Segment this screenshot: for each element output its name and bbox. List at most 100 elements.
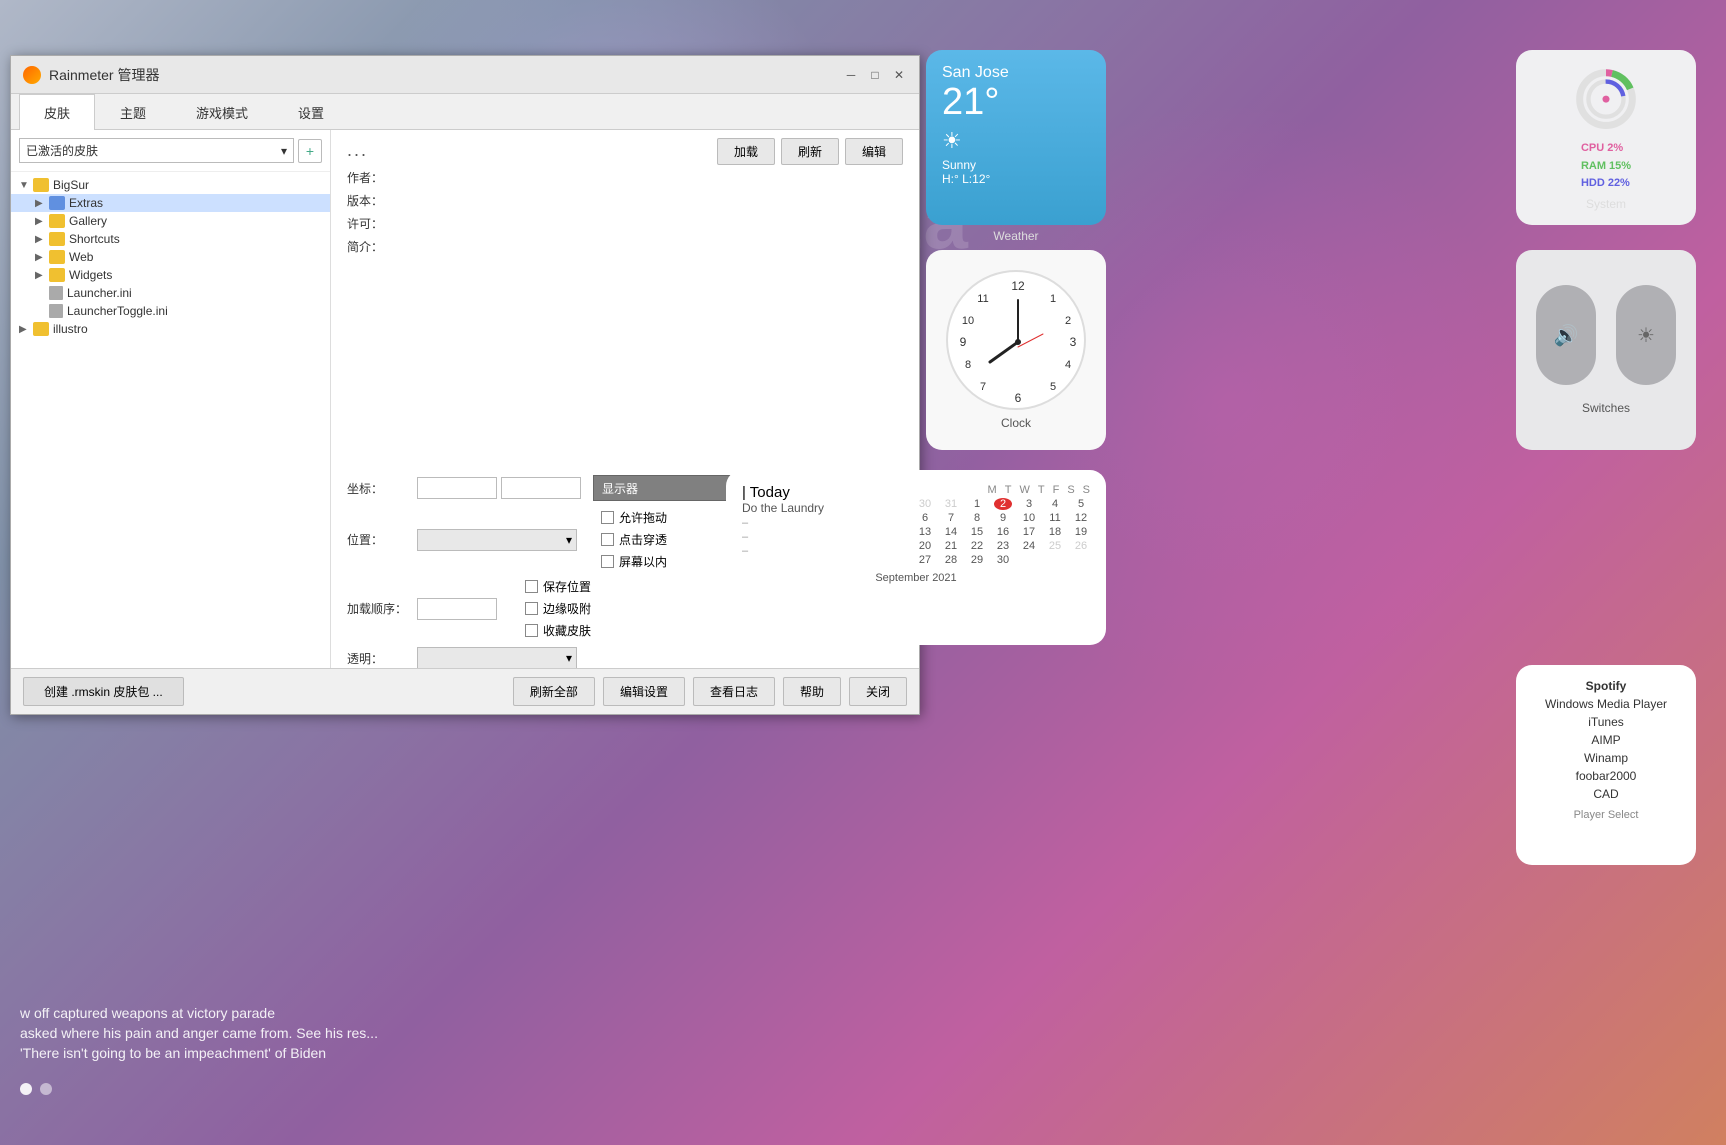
checkbox-favorite: 收藏皮肤 (525, 622, 591, 639)
tree-item-web[interactable]: ▶ Web (11, 248, 330, 266)
system-text: CPU 2% RAM 15% HDD 22% (1581, 140, 1631, 193)
tab-gamemode[interactable]: 游戏模式 (171, 94, 273, 130)
help-button[interactable]: 帮助 (783, 677, 841, 706)
checkbox-drag-box[interactable] (601, 511, 614, 524)
coord-y-input[interactable] (501, 477, 581, 499)
tree-item-launcher[interactable]: ▶ Launcher.ini (11, 284, 330, 302)
folder-icon-illustro (33, 322, 49, 336)
volume-switch[interactable]: 🔊 (1536, 285, 1596, 385)
cal-row-4: 20 21 22 23 24 25 26 (898, 540, 1090, 552)
calendar-grid-area: M T W T F S S 30 31 1 2 3 4 5 6 (898, 484, 1090, 566)
version-label: 版本： (347, 192, 402, 209)
dots-indicator (20, 1083, 52, 1095)
player-spotify[interactable]: Spotify (1586, 679, 1627, 693)
svg-text:3: 3 (1070, 335, 1077, 349)
clock-widget: 12 3 6 9 1 2 4 5 7 8 10 11 Clock (926, 250, 1106, 450)
load-button[interactable]: 加载 (717, 138, 775, 165)
left-panel: 已激活的皮肤 ▾ + ▼ BigSur ▶ Extras (11, 130, 331, 668)
close-main-button[interactable]: 关闭 (849, 677, 907, 706)
brightness-switch[interactable]: ☀ (1616, 285, 1676, 385)
skin-dropdown[interactable]: 已激活的皮肤 ▾ (19, 138, 294, 163)
tree-arrow-web: ▶ (35, 252, 49, 263)
player-aimp[interactable]: AIMP (1591, 733, 1620, 747)
clock-face: 12 3 6 9 1 2 4 5 7 8 10 11 (946, 270, 1086, 410)
svg-text:6: 6 (1015, 391, 1022, 405)
checkbox-group-1: 允许拖动 点击穿透 屏幕以内 (601, 509, 667, 570)
system-widget: CPU 2% RAM 15% HDD 22% System (1516, 50, 1696, 225)
create-skin-button[interactable]: 创建 .rmskin 皮肤包 ... (23, 677, 184, 706)
news-line-3: 'There isn't going to be an impeachment'… (20, 1045, 1706, 1061)
tree-label-illustro: illustro (53, 322, 88, 336)
loadorder-label: 加载顺序： (347, 600, 417, 617)
checkbox-edge-box[interactable] (525, 602, 538, 615)
tree-label-gallery: Gallery (69, 214, 107, 228)
refresh-button[interactable]: 刷新 (781, 138, 839, 165)
dropdown-arrow-icon: ▾ (281, 144, 287, 158)
info-license: 许可： (347, 215, 903, 232)
hdd-stat: HDD 22% (1581, 175, 1631, 193)
checkbox-screen-box[interactable] (601, 555, 614, 568)
file-icon-launcher (49, 286, 63, 300)
ram-stat: RAM 15% (1581, 158, 1631, 176)
tree-item-shortcuts[interactable]: ▶ Shortcuts (11, 230, 330, 248)
weather-sun-icon: ☀ (942, 128, 1090, 154)
checkbox-click-box[interactable] (601, 533, 614, 546)
player-cad[interactable]: CAD (1593, 787, 1618, 801)
tree-label-launcher: Launcher.ini (67, 286, 132, 300)
maximize-button[interactable]: □ (867, 67, 883, 83)
tab-settings[interactable]: 设置 (273, 94, 349, 130)
cal-row-1: 30 31 1 2 3 4 5 (898, 498, 1090, 510)
tree-item-bigsur[interactable]: ▼ BigSur (11, 176, 330, 194)
svg-text:10: 10 (962, 315, 974, 327)
tabs-bar: 皮肤 主题 游戏模式 设置 (11, 94, 919, 130)
tree-item-launchertoggle[interactable]: ▶ LauncherToggle.ini (11, 302, 330, 320)
player-foobar[interactable]: foobar2000 (1576, 769, 1637, 783)
tree-item-widgets[interactable]: ▶ Widgets (11, 266, 330, 284)
checkbox-screen-bounds: 屏幕以内 (601, 553, 667, 570)
loadorder-input[interactable] (417, 598, 497, 620)
svg-text:9: 9 (960, 335, 967, 349)
tree-item-illustro[interactable]: ▶ illustro (11, 320, 330, 338)
edit-button[interactable]: 编辑 (845, 138, 903, 165)
coord-x-input[interactable] (417, 477, 497, 499)
weather-city: San Jose (942, 64, 1090, 82)
svg-text:11: 11 (977, 293, 988, 305)
calendar-tasks: | Today Do the Laundry – – – (742, 484, 882, 566)
tree-arrow-extras: ▶ (35, 198, 49, 209)
opacity-dropdown[interactable]: ▾ (417, 647, 577, 668)
tree-label-extras: Extras (69, 196, 103, 210)
checkbox-save-box[interactable] (525, 580, 538, 593)
tree-item-gallery[interactable]: ▶ Gallery (11, 212, 330, 230)
edit-settings-button[interactable]: 编辑设置 (603, 677, 685, 706)
checkbox-allow-drag: 允许拖动 (601, 509, 667, 526)
folder-icon-web (49, 250, 65, 264)
tab-skin[interactable]: 皮肤 (19, 94, 95, 130)
bottom-right-buttons: 刷新全部 编辑设置 查看日志 帮助 关闭 (513, 677, 907, 706)
tree-arrow-illustro: ▶ (19, 324, 33, 335)
minimize-button[interactable]: ─ (843, 67, 859, 83)
toolbar-row: 已激活的皮肤 ▾ + (11, 130, 330, 172)
folder-icon-shortcuts (49, 232, 65, 246)
opacity-arrow-icon: ▾ (566, 651, 572, 665)
tab-theme[interactable]: 主题 (95, 94, 171, 130)
add-skin-button[interactable]: + (298, 139, 322, 163)
svg-text:8: 8 (965, 359, 971, 371)
player-winamp[interactable]: Winamp (1584, 751, 1628, 765)
cal-dash-3: – (742, 545, 882, 557)
refresh-all-button[interactable]: 刷新全部 (513, 677, 595, 706)
svg-text:7: 7 (980, 381, 986, 393)
svg-text:5: 5 (1050, 381, 1056, 393)
tree-label-shortcuts: Shortcuts (69, 232, 120, 246)
tree-arrow-bigsur: ▼ (19, 180, 33, 191)
player-itunes[interactable]: iTunes (1588, 715, 1624, 729)
position-dropdown[interactable]: ▾ (417, 529, 577, 551)
tree-item-extras[interactable]: ▶ Extras (11, 194, 330, 212)
cal-grid: 30 31 1 2 3 4 5 6 7 8 9 10 11 12 (898, 498, 1090, 566)
file-icon-toggle (49, 304, 63, 318)
checkbox-fav-box[interactable] (525, 624, 538, 637)
close-button[interactable]: ✕ (891, 67, 907, 83)
view-log-button[interactable]: 查看日志 (693, 677, 775, 706)
news-line-2: asked where his pain and anger came from… (20, 1025, 1706, 1041)
player-wmp[interactable]: Windows Media Player (1545, 697, 1667, 711)
license-label: 许可： (347, 215, 402, 232)
